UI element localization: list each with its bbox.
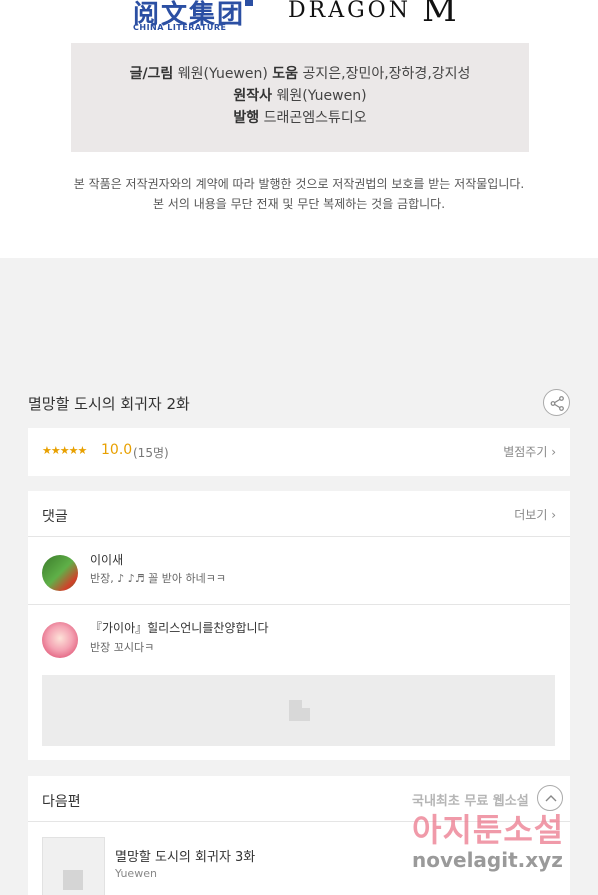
notice-line-2: 본 서의 내용을 무단 전재 및 무단 복제하는 것을 금합니다. <box>152 197 446 211</box>
comments-more-button[interactable]: 더보기 › <box>514 506 556 523</box>
rating-votes: (15명) <box>133 446 169 460</box>
copyright-notice: 본 작품은 저작권자와의 계약에 따라 발행한 것으로 저작권법의 보호를 받는… <box>0 174 598 214</box>
rating-card: ★★★★★ 10.0 (15명) 별점주기 › <box>28 428 570 476</box>
chevron-up-icon <box>545 795 557 802</box>
share-button[interactable] <box>543 389 570 416</box>
credits-line-original: 원작사 웨원(Yuewen) <box>71 85 529 107</box>
next-episode-author: Yuewen <box>115 867 157 880</box>
studio-logo: DRAGON <box>288 0 411 23</box>
notice-line-1: 본 작품은 저작권자와의 계약에 따라 발행한 것으로 저작권법의 보호를 받는… <box>73 177 525 191</box>
credits-value-publisher: 드래곤엠스튜디오 <box>259 110 367 126</box>
share-icon <box>550 396 564 411</box>
next-episode-header: 다음편 <box>28 776 570 822</box>
comment-image-placeholder[interactable] <box>42 675 555 746</box>
credits-label-assist: 도움 <box>272 66 299 82</box>
copyright-section: 阅文集团 CHINA LITERATURE DRAGON M 글/그림 웨원(Y… <box>0 0 598 258</box>
credits-box: 글/그림 웨원(Yuewen) 도움 공지은,장민아,장하경,강지성 원작사 웨… <box>71 43 529 152</box>
avatar <box>42 622 78 658</box>
publisher-logo-mark <box>245 0 253 6</box>
credits-line-publisher: 발행 드래곤엠스튜디오 <box>71 107 529 129</box>
comments-header: 댓글 더보기 › <box>28 491 570 537</box>
comment-item[interactable]: 이이새 반장, ♪ ♪♬ 꼴 받아 하네ㅋㅋ <box>28 538 570 605</box>
rate-button[interactable]: 별점주기 › <box>503 443 556 460</box>
comments-title: 댓글 <box>42 509 68 525</box>
comment-text: 반장, ♪ ♪♬ 꼴 받아 하네ㅋㅋ <box>90 572 226 585</box>
comments-card: 댓글 더보기 › 이이새 반장, ♪ ♪♬ 꼴 받아 하네ㅋㅋ 『가이아』힐리스… <box>28 491 570 760</box>
avatar <box>42 555 78 591</box>
credits-label-author: 글/그림 <box>129 66 174 82</box>
next-episode-title[interactable]: 멸망할 도시의 회귀자 3화 <box>115 846 255 865</box>
credits-value-assist: 공지은,장민아,장하경,강지성 <box>298 66 471 82</box>
credits-line-author: 글/그림 웨원(Yuewen) 도움 공지은,장민아,장하경,강지성 <box>71 63 529 85</box>
credits-label-publisher: 발행 <box>233 110 260 126</box>
studio-logo-mark: M <box>422 0 457 30</box>
image-placeholder-icon <box>289 700 310 721</box>
rating-stars: ★★★★★ <box>42 444 87 457</box>
publisher-logo-sub: CHINA LITERATURE <box>133 23 227 32</box>
next-episode-thumbnail[interactable] <box>42 837 105 895</box>
comment-nickname: 이이새 <box>90 553 124 567</box>
comment-nickname: 『가이아』힐리스언니를찬양합니다 <box>90 621 269 635</box>
comment-item[interactable]: 『가이아』힐리스언니를찬양합니다 반장 꼬시다ㅋ <box>28 606 570 760</box>
next-episode-title-label: 다음편 <box>42 794 81 810</box>
image-placeholder-icon <box>63 870 83 890</box>
comment-text: 반장 꼬시다ㅋ <box>90 641 155 654</box>
credits-value-original: 웨원(Yuewen) <box>272 88 367 104</box>
credits-value-author: 웨원(Yuewen) <box>173 66 273 82</box>
next-episode-card: 다음편 멸망할 도시의 회귀자 3화 Yuewen <box>28 776 570 895</box>
credits-label-original: 원작사 <box>233 88 273 104</box>
scroll-top-button[interactable] <box>537 785 563 811</box>
rating-score: 10.0 <box>101 442 133 458</box>
episode-title: 멸망할 도시의 회귀자 2화 <box>28 395 190 413</box>
